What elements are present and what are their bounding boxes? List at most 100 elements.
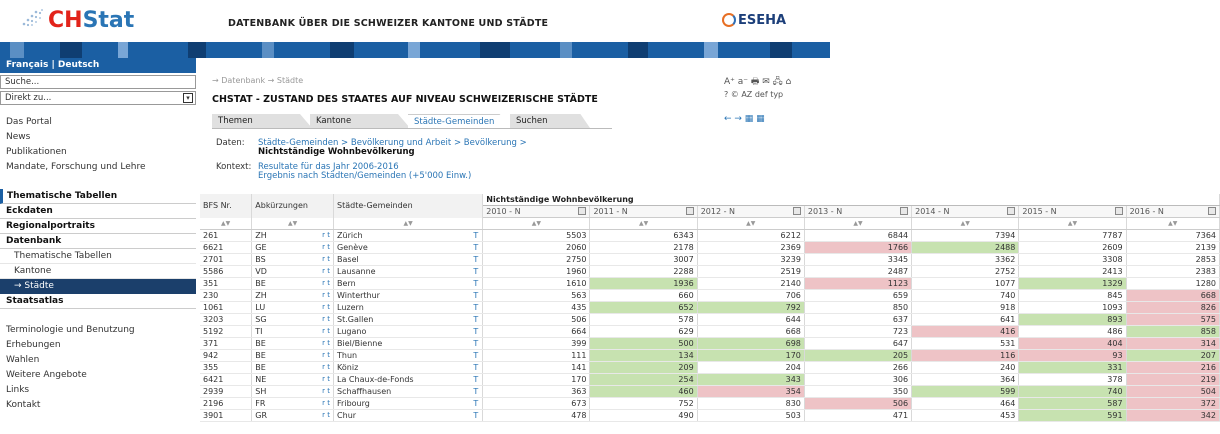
kontext-result-link[interactable]: Ergebnis nach Städten/Gemeinden (+5'000 …	[258, 171, 471, 181]
col-abk-header[interactable]: Abkürzungen	[251, 194, 335, 218]
year-label: 2013 - N	[807, 207, 843, 216]
nav-wahlen[interactable]: Wahlen	[0, 353, 196, 368]
nav-publikationen[interactable]: Publikationen	[0, 145, 196, 160]
city-trend-link[interactable]: T	[473, 290, 478, 301]
excel-export-icon[interactable]	[1208, 207, 1216, 215]
year-header[interactable]: 2010 - N	[482, 205, 591, 218]
nav-datenbank[interactable]: Datenbank	[0, 234, 196, 249]
tab-themen[interactable]: Themen	[212, 114, 312, 128]
nav-das-portal[interactable]: Das Portal	[0, 115, 196, 130]
excel-export-icon[interactable]	[792, 207, 801, 215]
row-links[interactable]: r t	[322, 374, 330, 385]
tab-suchen[interactable]: Suchen	[510, 114, 590, 128]
col-bfs-header[interactable]: BFS Nr.	[200, 194, 253, 218]
excel-export-icon[interactable]	[1114, 207, 1123, 215]
city-trend-link[interactable]: T	[473, 374, 478, 385]
excel-export-icon[interactable]	[1007, 207, 1016, 215]
export-tools-toolbar[interactable]: ← → ▦ ▦	[724, 114, 765, 124]
tab-staedte-gemeinden[interactable]: Städte-Gemeinden	[408, 114, 512, 128]
nav-eckdaten[interactable]: Eckdaten	[0, 204, 196, 219]
city-trend-link[interactable]: T	[473, 350, 478, 361]
row-links[interactable]: r t	[322, 350, 330, 361]
lang-fr-link[interactable]: Français	[6, 60, 48, 70]
direct-to-select[interactable]: Direkt zu... ▾	[0, 91, 196, 105]
nav-mandate[interactable]: Mandate, Forschung und Lehre	[0, 160, 196, 175]
city-trend-link[interactable]: T	[473, 386, 478, 397]
nav-kontakt[interactable]: Kontakt	[0, 398, 196, 413]
sort-arrows-icon[interactable]: ▲▼	[200, 217, 253, 230]
bfs-cell: 5192	[200, 325, 253, 338]
year-header[interactable]: 2012 - N	[697, 205, 805, 218]
year-header[interactable]: 2015 - N	[1018, 205, 1127, 218]
nav-thematische-tabellen[interactable]: Thematische Tabellen	[0, 189, 196, 204]
year-header[interactable]: 2014 - N	[911, 205, 1020, 218]
nav-links[interactable]: Links	[0, 383, 196, 398]
city-trend-link[interactable]: T	[473, 302, 478, 313]
row-links[interactable]: r t	[322, 290, 330, 301]
sort-arrows-icon[interactable]: ▲▼	[333, 217, 484, 230]
tab-kantone[interactable]: Kantone	[310, 114, 410, 128]
year-header[interactable]: 2011 - N	[589, 205, 698, 218]
lang-de-link[interactable]: Deutsch	[58, 60, 99, 70]
row-links[interactable]: r t	[322, 386, 330, 397]
table-row: 230 ZH r t Winterthur T 563 660 706 659 740 845 668	[200, 289, 1220, 302]
sort-arrows-icon[interactable]: ▲▼	[697, 217, 805, 230]
row-links[interactable]: r t	[322, 398, 330, 409]
city-trend-link[interactable]: T	[473, 314, 478, 325]
city-trend-link[interactable]: T	[473, 410, 478, 421]
excel-export-icon[interactable]	[685, 207, 694, 215]
nav-weitere-angebote[interactable]: Weitere Angebote	[0, 368, 196, 383]
row-links[interactable]: r t	[322, 302, 330, 313]
nav-erhebungen[interactable]: Erhebungen	[0, 338, 196, 353]
row-links[interactable]: r t	[322, 362, 330, 373]
excel-export-icon[interactable]	[900, 207, 909, 215]
sort-arrows-icon[interactable]: ▲▼	[589, 217, 698, 230]
city-trend-link[interactable]: T	[473, 242, 478, 253]
row-links[interactable]: r t	[322, 230, 330, 241]
sort-arrows-icon[interactable]: ▲▼	[251, 217, 335, 230]
sort-arrows-icon[interactable]: ▲▼	[911, 217, 1020, 230]
population-table: BFS Nr. Abkürzungen Städte-Gemeinden Nic…	[200, 194, 1220, 422]
breadcrumb[interactable]: → Datenbank → Städte	[212, 76, 303, 85]
row-links[interactable]: r t	[322, 266, 330, 277]
abk-label: BE	[255, 363, 266, 372]
nav-sub-thematische-tabellen[interactable]: Thematische Tabellen	[0, 249, 196, 264]
search-input[interactable]: Suche...	[0, 75, 196, 89]
city-trend-link[interactable]: T	[473, 266, 478, 277]
row-links[interactable]: r t	[322, 242, 330, 253]
city-trend-link[interactable]: T	[473, 254, 478, 265]
nav-news[interactable]: News	[0, 130, 196, 145]
nav-sub-staedte[interactable]: → Städte	[0, 279, 196, 294]
city-trend-link[interactable]: T	[473, 362, 478, 373]
nav-sub-kantone[interactable]: Kantone	[0, 264, 196, 279]
sort-arrows-icon[interactable]: ▲▼	[482, 217, 591, 230]
city-trend-link[interactable]: T	[473, 326, 478, 337]
row-links[interactable]: r t	[322, 326, 330, 337]
sort-arrows-icon[interactable]: ▲▼	[804, 217, 913, 230]
year-header[interactable]: 2013 - N	[804, 205, 913, 218]
row-links[interactable]: r t	[322, 410, 330, 421]
chevron-down-icon[interactable]: ▾	[183, 93, 193, 103]
city-trend-link[interactable]: T	[473, 338, 478, 349]
sort-arrows-icon[interactable]: ▲▼	[1018, 217, 1127, 230]
city-trend-link[interactable]: T	[473, 398, 478, 409]
help-tools-toolbar[interactable]: ? © AZ def typ	[724, 90, 783, 99]
value-cell: 503	[697, 409, 805, 422]
row-links[interactable]: r t	[322, 314, 330, 325]
city-trend-link[interactable]: T	[473, 278, 478, 289]
text-tools-toolbar[interactable]: A⁺ a⁻ 🖶 ✉ 🖧 ⌂	[724, 74, 791, 90]
nav-staatsatlas[interactable]: Staatsatlas	[0, 294, 196, 309]
excel-export-icon[interactable]	[578, 207, 587, 215]
col-staedte-header[interactable]: Städte-Gemeinden	[333, 194, 484, 218]
row-links[interactable]: r t	[322, 278, 330, 289]
city-trend-link[interactable]: T	[473, 230, 478, 241]
sort-arrows-icon[interactable]: ▲▼	[1126, 217, 1220, 230]
chstat-logo[interactable]: CHStat	[20, 6, 150, 36]
nav-regionalportraits[interactable]: Regionalportraits	[0, 219, 196, 234]
value-cell: 587	[1018, 397, 1127, 410]
nav-terminologie[interactable]: Terminologie und Benutzung	[0, 323, 196, 338]
year-header[interactable]: 2016 - N	[1126, 205, 1220, 218]
value-cell: 2139	[1126, 241, 1220, 254]
row-links[interactable]: r t	[322, 338, 330, 349]
row-links[interactable]: r t	[322, 254, 330, 265]
